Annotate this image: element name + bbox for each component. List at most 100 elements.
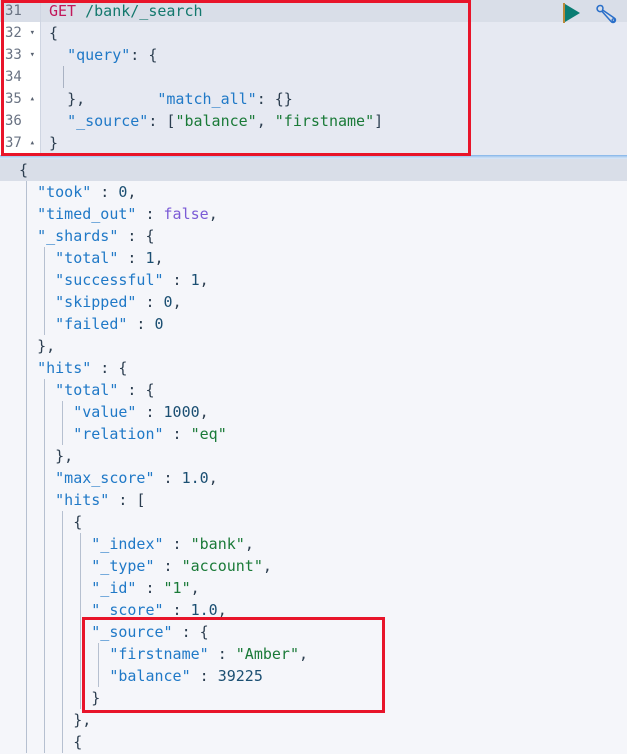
wrench-icon[interactable] bbox=[595, 2, 619, 26]
json-punct: , bbox=[199, 403, 209, 421]
response-line[interactable]: "relation" : "eq" bbox=[0, 423, 627, 445]
http-method: GET bbox=[49, 2, 77, 20]
json-bracket-close: ] bbox=[374, 112, 384, 130]
response-line[interactable]: "took" : 0, bbox=[0, 181, 627, 203]
json-boolean: false bbox=[163, 205, 209, 223]
response-line[interactable]: "max_score" : 1.0, bbox=[0, 467, 627, 489]
json-punct: : bbox=[136, 293, 164, 311]
request-code-area[interactable]: GET /bank/_search { "query": { "match_al… bbox=[41, 0, 627, 155]
json-key: "hits" bbox=[55, 491, 110, 509]
response-line[interactable]: "_score" : 1.0, bbox=[0, 599, 627, 621]
request-body-line[interactable]: } bbox=[41, 132, 627, 154]
gutter-line[interactable]: 33 ▾ bbox=[0, 44, 40, 66]
request-body-line[interactable]: "_source": ["balance", "firstname"] bbox=[41, 110, 627, 132]
json-punct: : bbox=[163, 601, 191, 619]
response-line[interactable]: "failed" : 0 bbox=[0, 313, 627, 335]
response-viewer-pane[interactable]: { "took" : 0, "timed_out" : false, "_sha… bbox=[0, 159, 627, 754]
gutter-line[interactable]: 37 ▴ bbox=[0, 132, 40, 154]
response-line[interactable]: { bbox=[0, 731, 627, 753]
response-line[interactable]: "timed_out" : false, bbox=[0, 203, 627, 225]
response-line[interactable]: "successful" : 1, bbox=[0, 269, 627, 291]
json-punct: : bbox=[136, 403, 164, 421]
response-line[interactable]: { bbox=[0, 511, 627, 533]
json-string: "bank" bbox=[190, 535, 245, 553]
json-punct: : bbox=[127, 315, 155, 333]
request-editor-pane[interactable]: 31 32 ▾ 33 ▾ 34 35 ▴ 36 37 ▴ GET /bank/_… bbox=[0, 0, 627, 155]
json-punct: , bbox=[244, 535, 254, 553]
json-punct: , bbox=[127, 183, 137, 201]
json-punct: , bbox=[190, 579, 200, 597]
gutter-line[interactable]: 34 bbox=[0, 66, 40, 88]
response-line[interactable]: "firstname" : "Amber", bbox=[0, 643, 627, 665]
response-lines-container: { "took" : 0, "timed_out" : false, "_sha… bbox=[0, 159, 627, 753]
response-line[interactable]: "hits" : [ bbox=[0, 489, 627, 511]
response-line[interactable]: }, bbox=[0, 709, 627, 731]
json-key: "_type" bbox=[91, 557, 155, 575]
json-string: "eq" bbox=[190, 425, 227, 443]
response-line[interactable]: "_id" : "1", bbox=[0, 577, 627, 599]
response-line[interactable]: } bbox=[0, 687, 627, 709]
response-line[interactable]: "_shards" : { bbox=[0, 225, 627, 247]
gutter-line-number: 33 bbox=[5, 47, 22, 63]
json-number: 39225 bbox=[217, 667, 263, 685]
json-punct: : [ bbox=[148, 112, 176, 130]
json-punct: , bbox=[208, 205, 218, 223]
gutter-line[interactable]: 36 bbox=[0, 110, 40, 132]
json-key: "total" bbox=[55, 249, 119, 267]
json-number: 1.0 bbox=[190, 601, 218, 619]
gutter-line[interactable]: 31 bbox=[0, 0, 40, 22]
fold-marker-expand[interactable]: ▴ bbox=[30, 88, 35, 110]
response-line[interactable]: "total" : 1, bbox=[0, 247, 627, 269]
response-line[interactable]: }, bbox=[0, 335, 627, 357]
json-key: "_score" bbox=[91, 601, 164, 619]
source-field-balance: "balance" bbox=[175, 112, 257, 130]
json-punct: : { bbox=[130, 46, 158, 64]
response-line[interactable]: "_type" : "account", bbox=[0, 555, 627, 577]
response-line[interactable]: "balance" : 39225 bbox=[0, 665, 627, 687]
request-body-line[interactable]: { bbox=[41, 22, 627, 44]
json-punct: { bbox=[73, 733, 83, 751]
json-punct: }, bbox=[37, 337, 56, 355]
response-line[interactable]: "hits" : { bbox=[0, 357, 627, 379]
json-key-query: "query" bbox=[67, 46, 131, 64]
fold-marker-expand[interactable]: ▴ bbox=[30, 132, 35, 154]
response-line[interactable]: "_index" : "bank", bbox=[0, 533, 627, 555]
response-line[interactable]: { bbox=[0, 159, 627, 181]
response-line[interactable]: "value" : 1000, bbox=[0, 401, 627, 423]
play-icon[interactable] bbox=[565, 4, 580, 22]
response-line[interactable]: }, bbox=[0, 445, 627, 467]
response-line[interactable]: "total" : { bbox=[0, 379, 627, 401]
response-line[interactable]: "skipped" : 0, bbox=[0, 291, 627, 313]
gutter-line[interactable]: 32 ▾ bbox=[0, 22, 40, 44]
json-key-source: "_source" bbox=[67, 112, 149, 130]
brace-open: { bbox=[49, 24, 59, 42]
brace-close-comma: }, bbox=[67, 90, 86, 108]
response-line[interactable]: "_source" : { bbox=[0, 621, 627, 643]
fold-marker-collapse[interactable]: ▾ bbox=[30, 22, 35, 44]
json-punct: : bbox=[154, 469, 182, 487]
editor-gutter[interactable]: 31 32 ▾ 33 ▾ 34 35 ▴ 36 37 ▴ bbox=[0, 0, 41, 155]
json-punct: { bbox=[73, 513, 83, 531]
request-method-line[interactable]: GET /bank/_search bbox=[41, 0, 627, 22]
request-body-line[interactable]: "match_all": {} bbox=[41, 66, 627, 108]
json-punct: : bbox=[154, 557, 182, 575]
gutter-line[interactable]: 35 ▴ bbox=[0, 88, 40, 110]
request-body-line[interactable]: "query": { bbox=[41, 44, 627, 66]
wrench-glyph bbox=[596, 4, 617, 24]
fold-marker-collapse[interactable]: ▾ bbox=[30, 44, 35, 66]
json-punct: : bbox=[163, 425, 191, 443]
request-body-line[interactable]: }, bbox=[41, 88, 627, 110]
json-punct: , bbox=[262, 557, 272, 575]
